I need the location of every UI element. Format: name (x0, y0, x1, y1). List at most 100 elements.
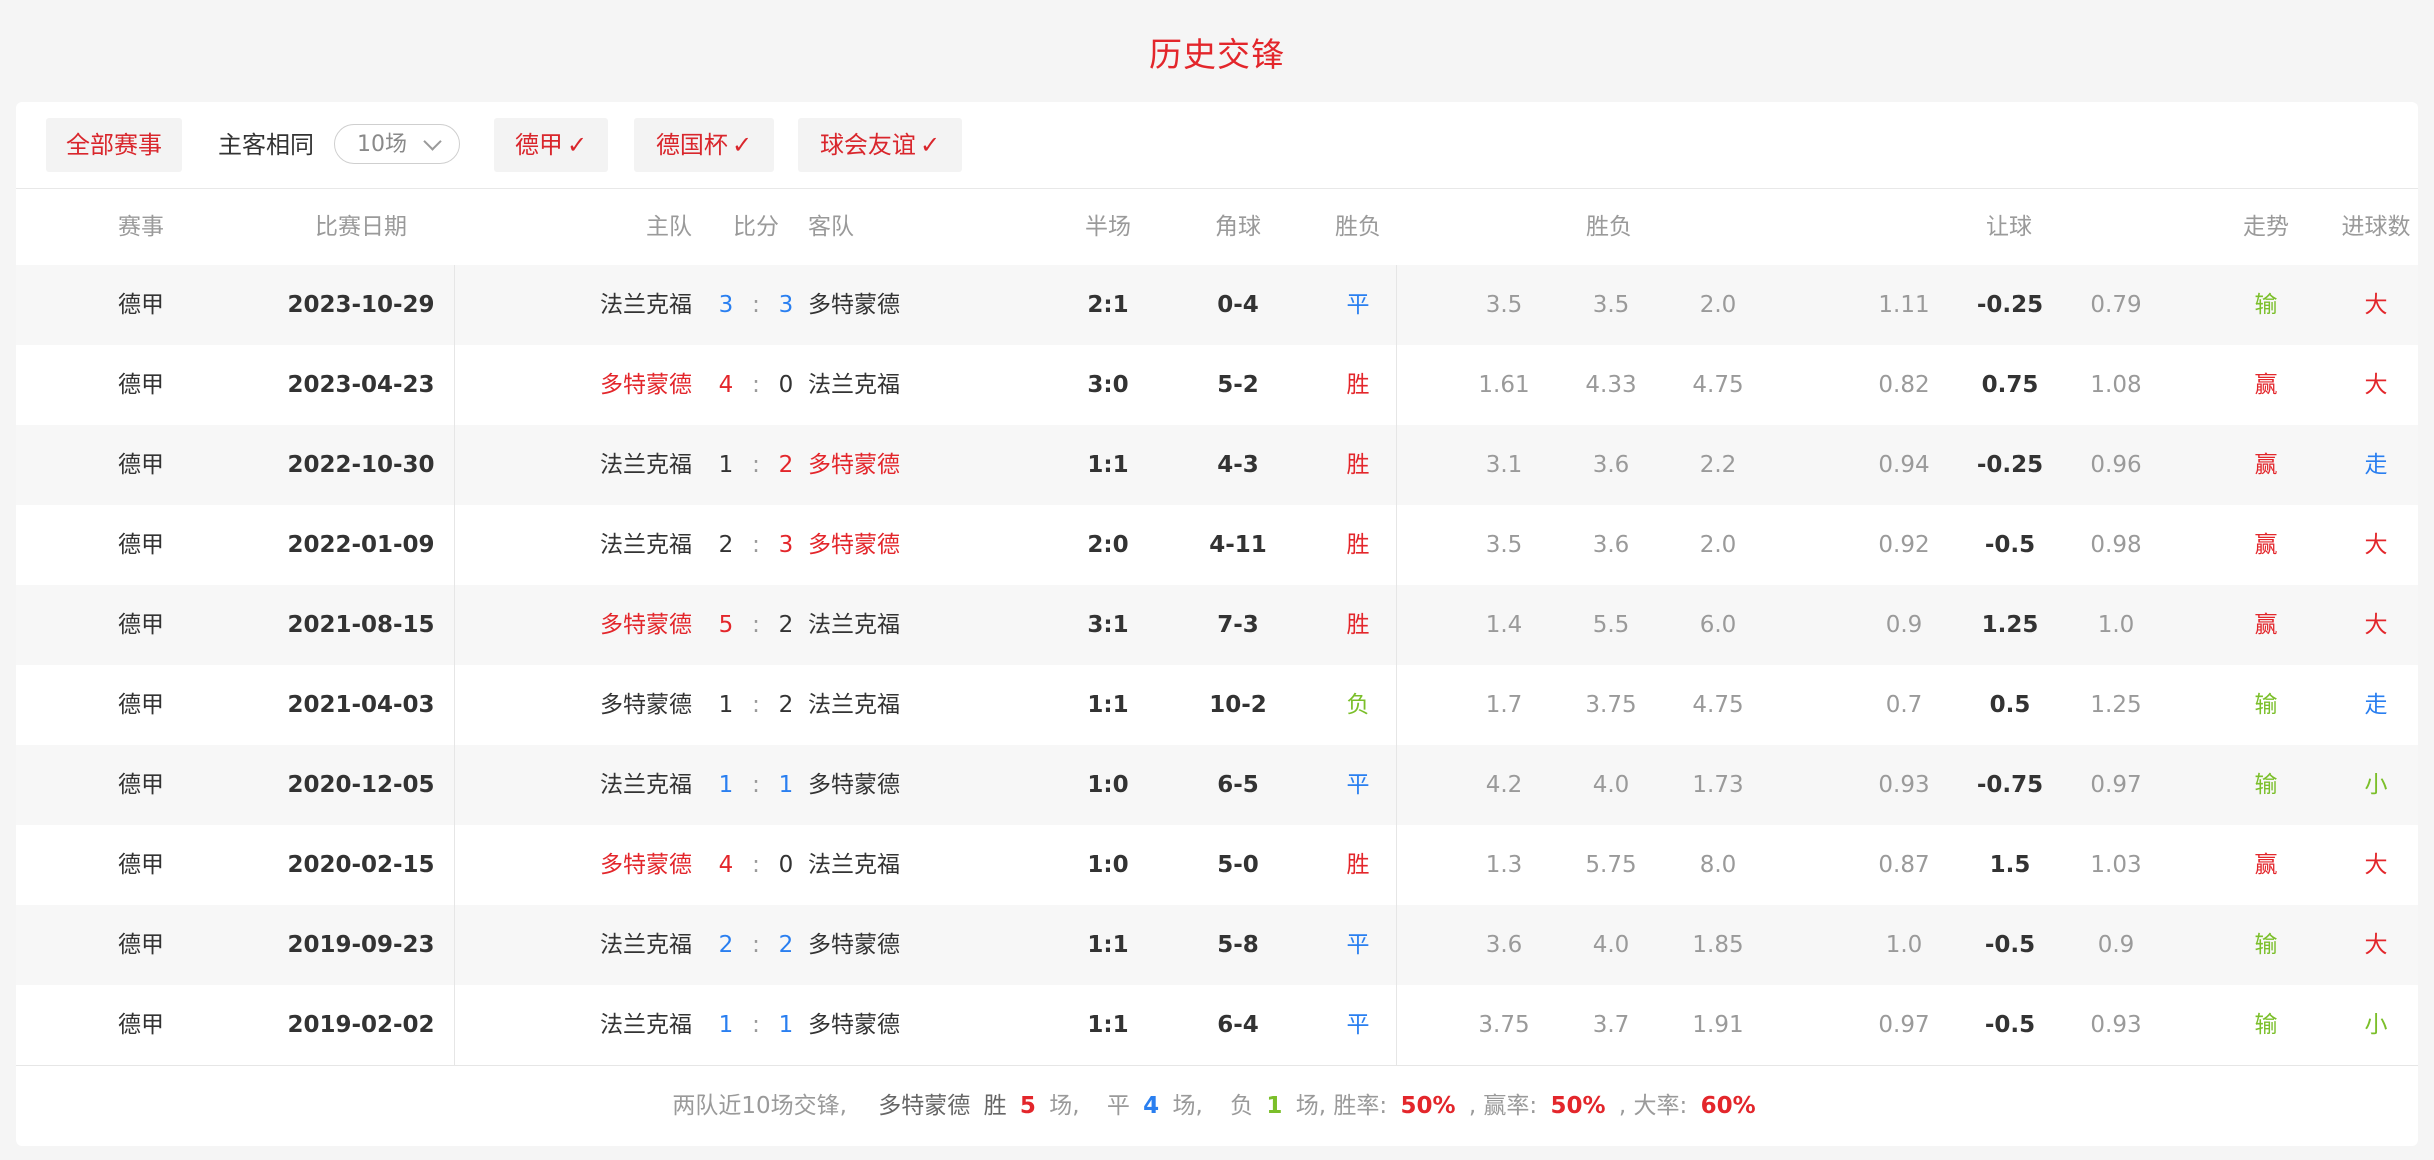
handicap-line: 1.25 (1981, 612, 2039, 638)
match-result: 平 (1346, 1012, 1370, 1038)
league-chip-label: 球会友谊 (819, 131, 916, 159)
header-score: 比分 (733, 214, 779, 240)
match-date: 2023-04-23 (287, 372, 435, 398)
match-event: 德甲 (118, 612, 164, 638)
goals-result: 大 (2364, 532, 2388, 558)
handicap-line: 1.5 (1989, 852, 2031, 878)
header-result: 胜负 (1335, 214, 1381, 240)
half-time-score: 1:0 (1087, 852, 1129, 878)
home-team: 法兰克福 (600, 772, 692, 798)
away-team: 多特蒙德 (808, 292, 900, 318)
table-row[interactable]: 德甲 2021-04-03 多特蒙德 1:2 法兰克福 1:1 10-2 负 1.7 3.75 4.… (16, 665, 2418, 745)
match-result: 平 (1346, 932, 1370, 958)
same-home-away-label[interactable]: 主客相同 (218, 118, 314, 172)
odds-home: 3.75 (1478, 1012, 1530, 1038)
away-score: 0 (778, 372, 794, 398)
handicap-away-odds: 1.03 (2090, 852, 2142, 878)
odds-away: 1.73 (1692, 772, 1744, 798)
match-event: 德甲 (118, 452, 164, 478)
odds-away: 2.0 (1699, 292, 1737, 318)
table-row[interactable]: 德甲 2019-09-23 法兰克福 2:2 多特蒙德 1:1 5-8 平 3.6 4.0 1.85… (16, 905, 2418, 985)
league-chip-bundesliga[interactable]: 德甲 ✓ (494, 118, 608, 172)
summary-bar: 两队近10场交锋, 多特蒙德 胜 5 场, 平 4 场, 负 1 场, 胜率: … (16, 1065, 2418, 1146)
match-result: 胜 (1346, 452, 1370, 478)
away-team: 法兰克福 (808, 692, 900, 718)
league-chip-club-friendly[interactable]: 球会友谊 ✓ (798, 118, 962, 172)
match-result: 胜 (1346, 612, 1370, 638)
summary-draw-count: 4 (1143, 1093, 1160, 1119)
match-date: 2020-12-05 (287, 772, 435, 798)
away-score: 2 (778, 692, 794, 718)
table-row[interactable]: 德甲 2019-02-02 法兰克福 1:1 多特蒙德 1:1 6-4 平 3.75 3.7 1.9… (16, 985, 2418, 1065)
table-row[interactable]: 德甲 2020-02-15 多特蒙德 4:0 法兰克福 1:0 5-0 胜 1.3 5.75 8.0… (16, 825, 2418, 905)
corner-count: 5-8 (1217, 932, 1259, 958)
chevron-down-icon (423, 132, 442, 151)
match-event: 德甲 (118, 932, 164, 958)
goals-result: 大 (2364, 292, 2388, 318)
match-date: 2019-09-23 (287, 932, 435, 958)
match-date: 2022-10-30 (287, 452, 435, 478)
away-score: 0 (778, 852, 794, 878)
odds-draw: 3.75 (1585, 692, 1637, 718)
table-row[interactable]: 德甲 2022-01-09 法兰克福 2:3 多特蒙德 2:0 4-11 胜 3.5 3.6 2.0… (16, 505, 2418, 585)
summary-loss-count: 1 (1266, 1093, 1283, 1119)
handicap-away-odds: 0.93 (2090, 1012, 2142, 1038)
match-event: 德甲 (118, 772, 164, 798)
away-team: 多特蒙德 (808, 772, 900, 798)
league-chip-dfb-pokal[interactable]: 德国杯 ✓ (634, 118, 774, 172)
goals-result: 大 (2364, 372, 2388, 398)
away-score: 1 (778, 772, 794, 798)
match-date: 2020-02-15 (287, 852, 435, 878)
trend-result: 赢 (2254, 372, 2278, 398)
league-chip-label: 德甲 (514, 131, 563, 159)
table-row[interactable]: 德甲 2023-10-29 法兰克福 3:3 多特蒙德 2:1 0-4 平 3.5 3.5 2.0 1… (16, 265, 2418, 345)
home-team: 法兰克福 (600, 932, 692, 958)
goals-result: 小 (2364, 1012, 2388, 1038)
handicap-home-odds: 1.11 (1878, 292, 1930, 318)
odds-home: 3.5 (1485, 532, 1523, 558)
summary-intro: 两队近10场交锋, (672, 1093, 847, 1119)
match-date: 2019-02-02 (287, 1012, 435, 1038)
trend-result: 赢 (2254, 452, 2278, 478)
match-count-select[interactable]: 10场 (334, 124, 460, 164)
table-row[interactable]: 德甲 2023-04-23 多特蒙德 4:0 法兰克福 3:0 5-2 胜 1.61 4.33 4.… (16, 345, 2418, 425)
trend-result: 输 (2254, 932, 2278, 958)
summary-win-count: 5 (1019, 1093, 1036, 1119)
home-team: 法兰克福 (600, 1012, 692, 1038)
match-result: 平 (1346, 292, 1370, 318)
match-result: 胜 (1346, 372, 1370, 398)
goals-result: 大 (2364, 612, 2388, 638)
match-date: 2023-10-29 (287, 292, 435, 318)
handicap-home-odds: 0.92 (1878, 532, 1930, 558)
corner-count: 7-3 (1217, 612, 1259, 638)
odds-draw: 3.6 (1592, 452, 1630, 478)
handicap-home-odds: 0.97 (1878, 1012, 1930, 1038)
table-row[interactable]: 德甲 2021-08-15 多特蒙德 5:2 法兰克福 3:1 7-3 胜 1.4 5.5 6.0 0… (16, 585, 2418, 665)
corner-count: 6-5 (1217, 772, 1259, 798)
table-row[interactable]: 德甲 2022-10-30 法兰克福 1:2 多特蒙德 1:1 4-3 胜 3.1 3.6 2.2 0… (16, 425, 2418, 505)
odds-home: 1.4 (1485, 612, 1523, 638)
away-score: 3 (778, 292, 794, 318)
goals-result: 走 (2364, 452, 2388, 478)
away-score: 2 (778, 932, 794, 958)
check-icon: ✓ (566, 131, 588, 159)
odds-home: 4.2 (1485, 772, 1523, 798)
table-row[interactable]: 德甲 2020-12-05 法兰克福 1:1 多特蒙德 1:0 6-5 平 4.2 4.0 1.73… (16, 745, 2418, 825)
match-event: 德甲 (118, 372, 164, 398)
match-result: 负 (1346, 692, 1370, 718)
match-date: 2021-04-03 (287, 692, 435, 718)
column-divider (454, 265, 455, 1065)
away-team: 多特蒙德 (808, 452, 900, 478)
all-events-button[interactable]: 全部赛事 (46, 118, 182, 172)
odds-away: 1.91 (1692, 1012, 1744, 1038)
header-odds: 胜负 (1586, 214, 1632, 240)
corner-count: 5-0 (1217, 852, 1259, 878)
trend-result: 赢 (2254, 852, 2278, 878)
handicap-away-odds: 1.25 (2090, 692, 2142, 718)
summary-over-rate: 60% (1700, 1093, 1756, 1119)
history-panel: 全部赛事 主客相同 10场 德甲 ✓ 德国杯 ✓ 球会友谊 ✓ 赛事 比赛日期 主队 … (16, 102, 2418, 1146)
match-count-value: 10场 (357, 132, 407, 157)
odds-away: 2.2 (1699, 452, 1737, 478)
page-title: 历史交锋 (1149, 35, 1285, 74)
home-team: 多特蒙德 (600, 692, 692, 718)
